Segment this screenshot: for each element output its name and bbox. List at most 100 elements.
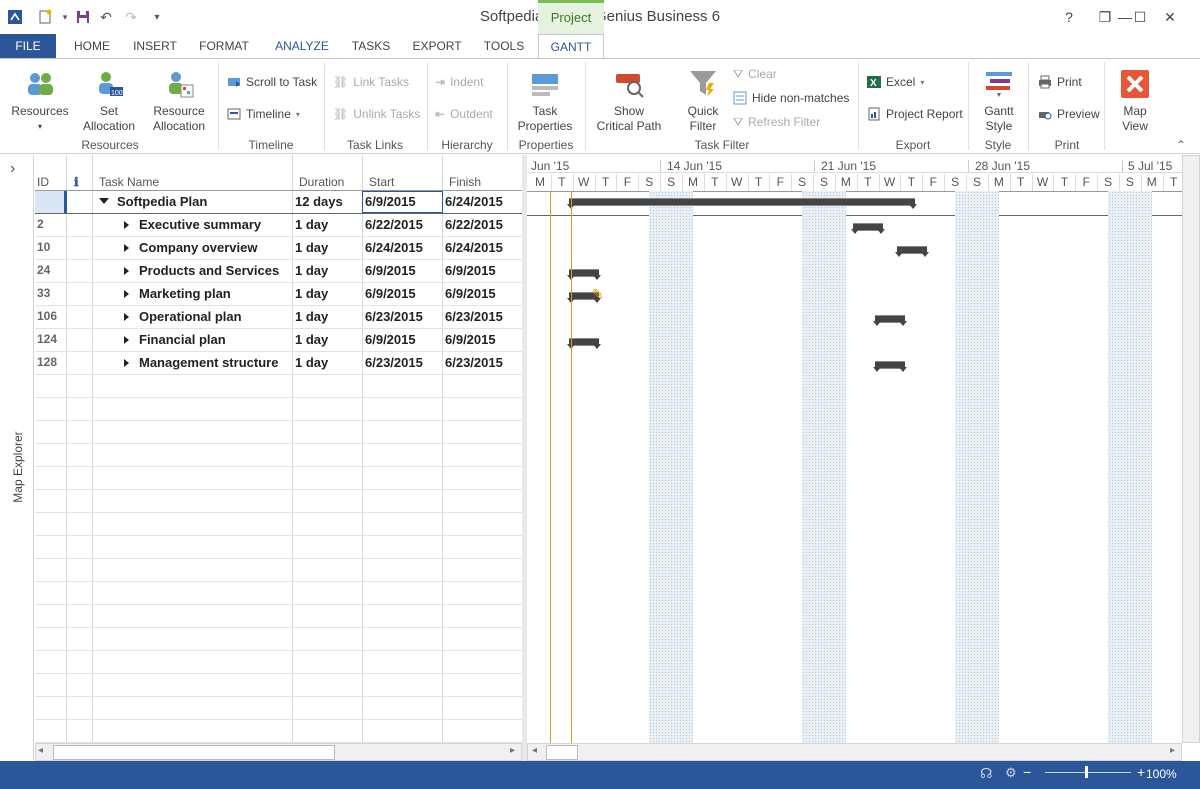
tab-home[interactable]: HOME (64, 34, 120, 59)
task-id[interactable]: 2 (37, 213, 44, 236)
unlink-tasks-button[interactable]: ⛓ Unlink Tasks (333, 105, 420, 123)
task-start[interactable]: 6/9/2015 (365, 259, 416, 282)
task-start[interactable]: 6/23/2015 (365, 305, 423, 328)
set-allocation-button[interactable]: 100 Set Allocation (78, 68, 140, 134)
task-duration[interactable]: 12 days (295, 190, 343, 213)
tab-tasks[interactable]: TASKS (346, 34, 396, 59)
expand-arrow-icon[interactable] (124, 359, 129, 367)
expand-arrow-icon[interactable] (124, 267, 129, 275)
column-header-finish[interactable]: Finish (449, 175, 481, 191)
task-duration[interactable]: 1 day (295, 328, 328, 351)
tab-gantt[interactable]: GANTT (538, 34, 604, 59)
quick-filter-button[interactable]: Quick Filter (678, 68, 728, 134)
task-duration[interactable]: 1 day (295, 213, 328, 236)
task-id[interactable]: 106 (37, 305, 57, 328)
task-duration[interactable]: 1 day (295, 351, 328, 374)
show-critical-path-button[interactable]: Show Critical Path (592, 68, 666, 134)
task-id[interactable]: 33 (37, 282, 50, 305)
map-explorer-tab[interactable]: Map Explorer (11, 419, 25, 515)
task-id[interactable]: 128 (37, 351, 57, 374)
zoom-slider-thumb[interactable] (1085, 766, 1088, 778)
expand-map-explorer-icon[interactable]: › (10, 160, 15, 178)
task-start[interactable]: 6/23/2015 (365, 351, 423, 374)
print-button[interactable]: Print (1038, 73, 1082, 91)
task-properties-button[interactable]: Task Properties (513, 68, 577, 134)
tab-file[interactable]: FILE (0, 34, 56, 59)
scroll-left-icon[interactable]: ◂ (38, 745, 43, 756)
excel-export-button[interactable]: X Excel ▾ (867, 73, 924, 91)
expand-arrow-icon[interactable] (124, 336, 129, 344)
gantt-vertical-scrollbar[interactable] (1182, 155, 1200, 743)
hide-non-matches-button[interactable]: Hide non-matches (733, 89, 849, 107)
task-name[interactable]: Marketing plan (139, 282, 231, 305)
project-report-button[interactable]: Project Report (867, 105, 963, 123)
task-duration[interactable]: 1 day (295, 259, 328, 282)
help-button[interactable]: ? (1054, 6, 1084, 28)
task-name[interactable]: Financial plan (139, 328, 226, 351)
indent-button[interactable]: ⇥ Indent (435, 73, 483, 91)
resource-allocation-button[interactable]: Resource Allocation (146, 68, 212, 134)
task-finish[interactable]: 6/23/2015 (445, 305, 503, 328)
close-button[interactable]: ✕ (1155, 6, 1185, 28)
outdent-button[interactable]: ⇤ Outdent (435, 105, 493, 123)
maximize-button[interactable]: ☐ (1125, 6, 1155, 28)
tab-tools[interactable]: TOOLS (476, 34, 532, 59)
column-header-start[interactable]: Start (369, 175, 394, 191)
link-tasks-button[interactable]: ⛓ Link Tasks (333, 73, 409, 91)
gantt-scroll-left-icon[interactable]: ◂ (532, 745, 537, 756)
resources-button[interactable]: Resources ▾ (8, 68, 72, 134)
task-finish[interactable]: 6/9/2015 (445, 259, 496, 282)
task-finish[interactable]: 6/23/2015 (445, 351, 503, 374)
task-start[interactable]: 6/24/2015 (365, 236, 423, 259)
zoom-level[interactable]: 100% (1146, 767, 1177, 781)
tab-insert[interactable]: INSERT (126, 34, 184, 59)
column-header-id[interactable]: ID (37, 175, 49, 191)
task-id[interactable]: 24 (37, 259, 50, 282)
summary-task-bar[interactable] (568, 198, 916, 206)
zoom-slider-track[interactable] (1045, 772, 1131, 773)
collapse-arrow-icon[interactable] (99, 198, 109, 204)
task-name[interactable]: Operational plan (139, 305, 242, 328)
task-finish[interactable]: 6/22/2015 (445, 213, 503, 236)
accessibility-icon[interactable]: ☊ (980, 765, 992, 782)
task-name[interactable]: Softpedia Plan (117, 190, 207, 213)
task-finish[interactable]: 6/9/2015 (445, 282, 496, 305)
timeline-button[interactable]: Timeline ▾ (227, 105, 300, 123)
gantt-horizontal-scrollbar[interactable] (527, 743, 1182, 761)
clear-filter-button[interactable]: ⛛ Clear (733, 65, 777, 83)
expand-arrow-icon[interactable] (124, 221, 129, 229)
task-finish[interactable]: 6/9/2015 (445, 328, 496, 351)
task-name[interactable]: Management structure (139, 351, 278, 374)
task-name[interactable]: Company overview (139, 236, 258, 259)
task-start[interactable]: 6/22/2015 (365, 213, 423, 236)
task-name[interactable]: Products and Services (139, 259, 279, 282)
info-icon[interactable]: ℹ (74, 175, 79, 191)
expand-arrow-icon[interactable] (124, 290, 129, 298)
tab-analyze[interactable]: ANALYZE (266, 34, 338, 59)
task-id[interactable]: 10 (37, 236, 50, 259)
task-finish[interactable]: 6/24/2015 (445, 236, 503, 259)
task-start[interactable]: 6/9/2015 (365, 328, 416, 351)
collapse-ribbon-icon[interactable]: ⌃ (1176, 138, 1186, 152)
splitter[interactable] (522, 155, 527, 761)
tab-format[interactable]: FORMAT (192, 34, 256, 59)
task-duration[interactable]: 1 day (295, 305, 328, 328)
expand-arrow-icon[interactable] (124, 244, 129, 252)
task-id[interactable]: 124 (37, 328, 57, 351)
scroll-to-task-button[interactable]: Scroll to Task (227, 73, 317, 91)
column-header-duration[interactable]: Duration (299, 175, 344, 191)
grid-scroll-thumb[interactable] (53, 745, 335, 760)
task-start[interactable]: 6/9/2015 (365, 282, 416, 305)
scroll-right-icon[interactable]: ▸ (510, 745, 515, 756)
column-header-task-name[interactable]: Task Name (99, 175, 159, 191)
task-duration[interactable]: 1 day (295, 282, 328, 305)
view-settings-icon[interactable]: ⚙ (1005, 765, 1017, 781)
task-name[interactable]: Executive summary (139, 213, 261, 236)
preview-button[interactable]: Preview (1038, 105, 1100, 123)
task-duration[interactable]: 1 day (295, 236, 328, 259)
gantt-style-button[interactable]: Gantt Style (972, 68, 1026, 134)
gantt-scroll-thumb[interactable] (546, 745, 578, 760)
task-finish[interactable]: 6/24/2015 (445, 190, 503, 213)
tab-export[interactable]: EXPORT (406, 34, 468, 59)
gantt-scroll-right-icon[interactable]: ▸ (1170, 745, 1175, 756)
